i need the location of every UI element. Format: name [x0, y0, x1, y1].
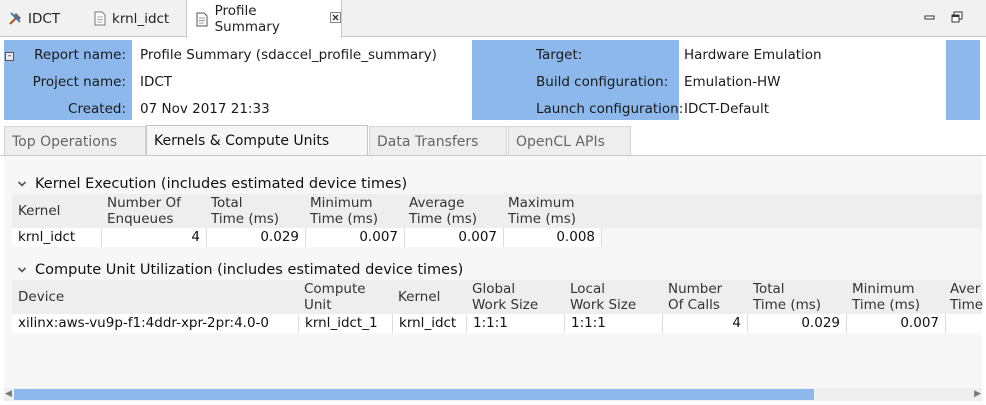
tab-label: Data Transfers: [377, 133, 479, 150]
column-header[interactable]: Total Time (ms): [211, 195, 279, 227]
editor-tab-label: Profile Summary: [214, 3, 280, 35]
table-cell: 0.007: [847, 314, 946, 333]
column-header[interactable]: Minimum Time (ms): [852, 281, 920, 313]
editor-tab-profile-summary[interactable]: Profile Summary: [186, 0, 342, 38]
build-config-value: Emulation-HW: [684, 73, 781, 90]
tab-data-transfers[interactable]: Data Transfers: [369, 126, 507, 156]
build-config-label: Build configuration:: [536, 73, 669, 90]
column-header[interactable]: Local Work Size: [570, 281, 636, 313]
compute-unit-section-toggle[interactable]: Compute Unit Utilization (includes estim…: [15, 260, 463, 280]
table-row[interactable]: xilinx:aws-vu9p-f1:4ddr-xpr-2pr:4.0-0 kr…: [12, 314, 982, 333]
table-cell: [946, 314, 982, 333]
kernel-execution-section-toggle[interactable]: Kernel Execution (includes estimated dev…: [15, 174, 407, 194]
kernel-execution-header: Kernel Number Of Enqueues Total Time (ms…: [12, 194, 982, 228]
column-header[interactable]: Number Of Calls: [668, 281, 722, 313]
report-name-label: Report name:: [34, 46, 126, 63]
table-cell: krnl_idct: [393, 314, 467, 333]
project-name-label: Project name:: [32, 73, 126, 90]
table-row[interactable]: krnl_idct 4 0.029 0.007 0.007 0.008: [12, 228, 602, 247]
header-edge: [946, 40, 980, 120]
editor-tab-krnl-idct[interactable]: krnl_idct: [84, 0, 184, 37]
section-title: Kernel Execution (includes estimated dev…: [35, 176, 408, 192]
tab-kernels-compute-units[interactable]: Kernels & Compute Units: [146, 125, 368, 156]
column-header[interactable]: Compute Unit: [304, 281, 366, 313]
tab-label: OpenCL APIs: [516, 133, 605, 150]
column-header[interactable]: Aver Time: [950, 281, 983, 313]
table-cell: 4: [663, 314, 748, 333]
tab-opencl-apis[interactable]: OpenCL APIs: [508, 126, 631, 156]
table-cell: 1:1:1: [565, 314, 663, 333]
editor-tab-idct[interactable]: IDCT: [0, 0, 80, 37]
table-cell: krnl_idct_1: [299, 314, 393, 333]
column-header[interactable]: Maximum Time (ms): [508, 195, 576, 227]
created-value: 07 Nov 2017 21:33: [140, 100, 270, 117]
tab-label: Top Operations: [12, 133, 118, 150]
target-value: Hardware Emulation: [684, 46, 822, 63]
chevron-down-icon: [15, 263, 29, 277]
minimize-icon[interactable]: [924, 11, 936, 23]
table-cell: xilinx:aws-vu9p-f1:4ddr-xpr-2pr:4.0-0: [12, 314, 299, 333]
column-header[interactable]: Minimum Time (ms): [310, 195, 378, 227]
editor-tab-label: krnl_idct: [112, 10, 170, 27]
launch-config-value: IDCT-Default: [684, 100, 770, 117]
column-header[interactable]: Global Work Size: [472, 281, 538, 313]
compute-unit-header: Device Compute Unit Kernel Global Work S…: [12, 280, 983, 314]
table-cell: 0.008: [504, 228, 602, 247]
table-cell: 0.029: [207, 228, 306, 247]
report-header: - Report name: Project name: Created: Pr…: [4, 40, 980, 120]
horizontal-scrollbar[interactable]: ◀ ▶: [4, 388, 982, 401]
column-header[interactable]: Number Of Enqueues: [107, 195, 181, 227]
table-cell: 0.007: [306, 228, 405, 247]
document-icon: [92, 11, 107, 26]
target-label: Target:: [536, 46, 583, 63]
scroll-left-icon[interactable]: ◀: [5, 389, 12, 399]
scroll-right-icon[interactable]: ▶: [974, 389, 981, 399]
table-cell: 0.007: [405, 228, 504, 247]
table-cell: krnl_idct: [12, 228, 102, 247]
document-icon: [195, 12, 210, 27]
column-header[interactable]: Total Time (ms): [753, 281, 821, 313]
column-header[interactable]: Kernel: [18, 194, 60, 228]
table-cell: 0.029: [748, 314, 847, 333]
report-name-value: Profile Summary (sdaccel_profile_summary…: [140, 46, 437, 63]
launch-config-label: Launch configuration:: [536, 100, 684, 117]
section-tab-bar: Top Operations Kernels & Compute Units D…: [0, 124, 986, 156]
table-cell: 4: [102, 228, 207, 247]
editor-tab-bar: IDCT krnl_idct Profile Summary: [0, 0, 986, 38]
close-icon[interactable]: [330, 12, 341, 26]
kernels-panel: Kernel Execution (includes estimated dev…: [4, 156, 983, 388]
tab-label: Kernels & Compute Units: [154, 133, 330, 149]
editor-tab-label: IDCT: [28, 10, 61, 27]
column-header[interactable]: Average Time (ms): [409, 195, 477, 227]
maximize-icon[interactable]: [951, 11, 963, 23]
table-cell: 1:1:1: [467, 314, 565, 333]
project-name-value: IDCT: [140, 73, 173, 90]
created-label: Created:: [68, 100, 126, 117]
column-header[interactable]: Device: [18, 280, 64, 314]
chevron-down-icon: [15, 177, 29, 191]
tools-icon: [8, 11, 23, 26]
scrollbar-thumb[interactable]: [14, 389, 814, 400]
column-header[interactable]: Kernel: [398, 280, 440, 314]
section-title: Compute Unit Utilization (includes estim…: [35, 262, 464, 278]
tab-top-operations[interactable]: Top Operations: [4, 126, 146, 156]
